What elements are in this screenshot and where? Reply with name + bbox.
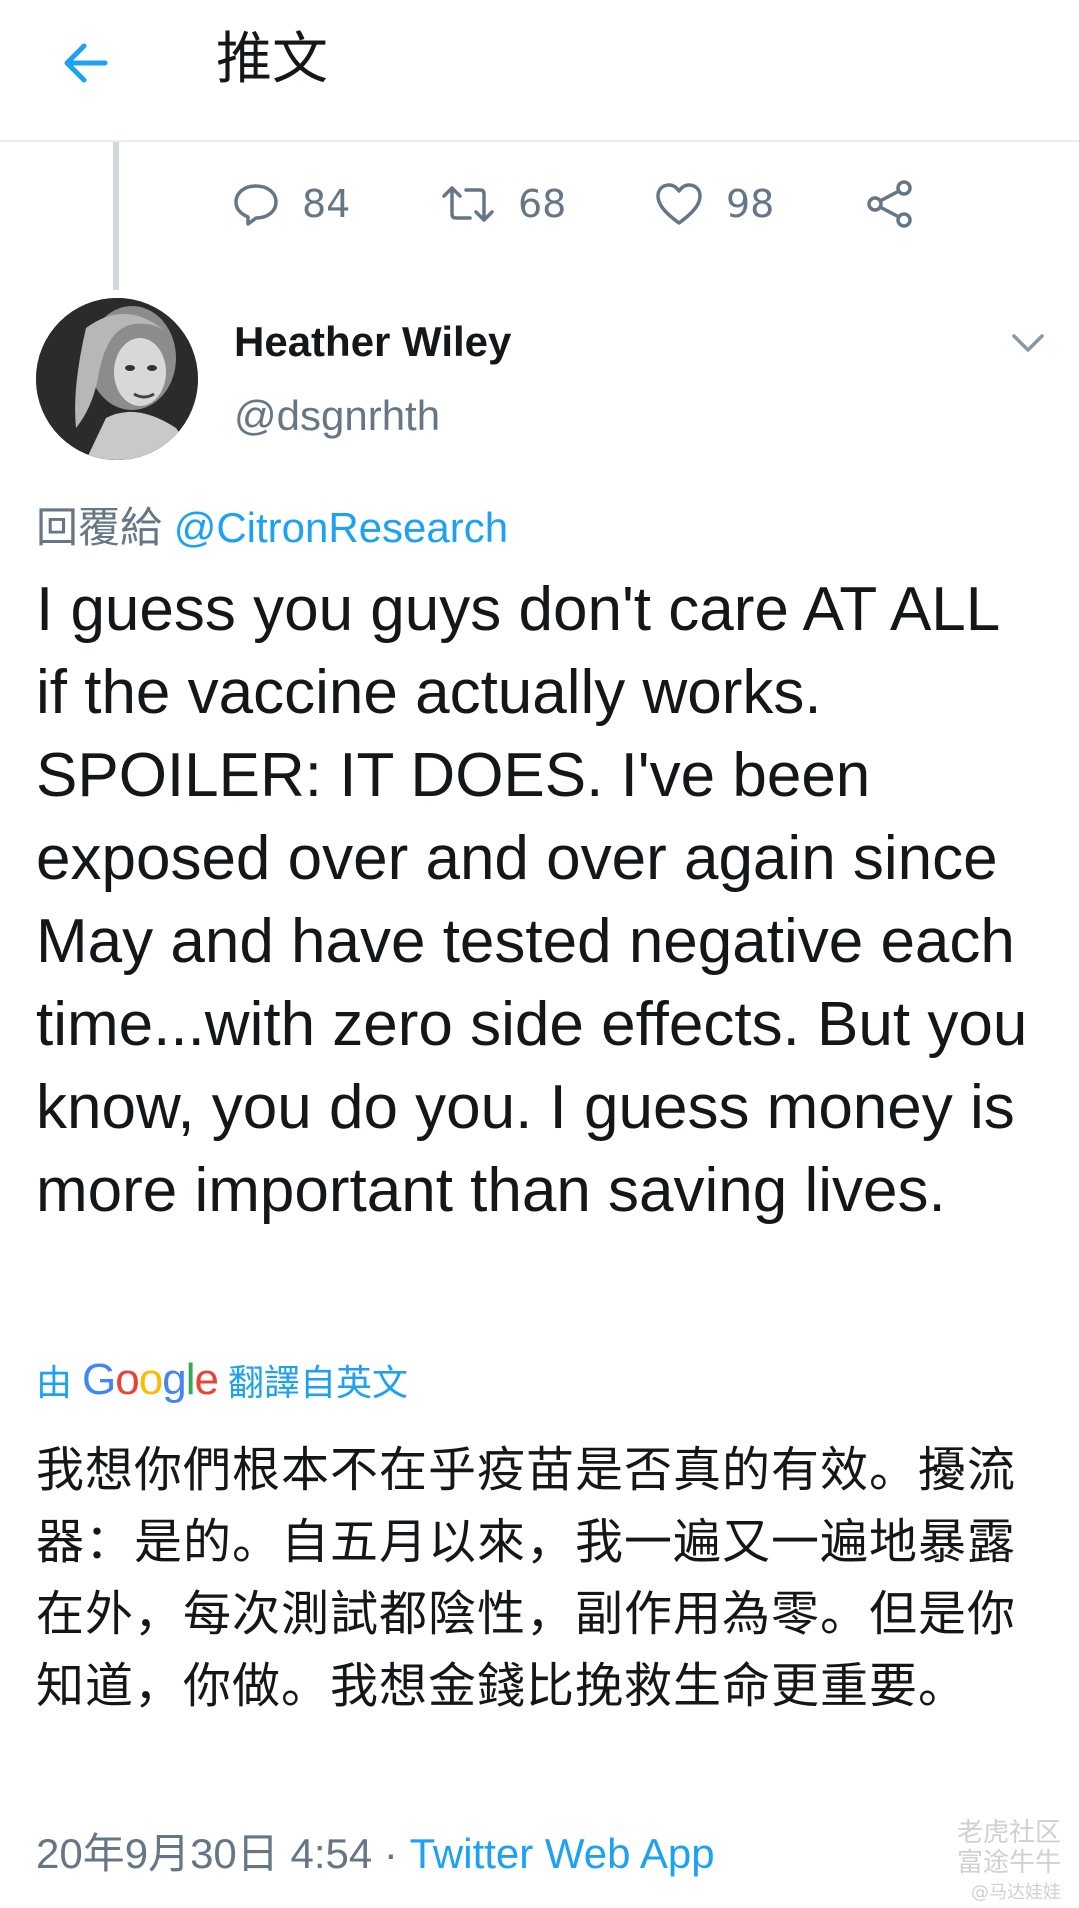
reply-mention-link[interactable]: @CitronResearch xyxy=(174,504,508,551)
share-button[interactable] xyxy=(864,168,916,240)
retweet-count: 68 xyxy=(518,182,567,226)
source-app-link[interactable]: Twitter Web App xyxy=(410,1830,715,1877)
heart-icon xyxy=(656,183,702,225)
tweet-actions: 84 68 98 xyxy=(0,168,1079,240)
translate-suffix: 翻譯自英文 xyxy=(227,1363,408,1404)
translation-attribution[interactable]: 由 Google 翻譯自英文 xyxy=(36,1352,408,1408)
display-name[interactable]: Heather Wiley xyxy=(234,318,511,366)
chevron-down-icon xyxy=(1012,334,1044,352)
tweet-text: I guess you guys don't care AT ALL if th… xyxy=(36,575,1028,1225)
like-count: 98 xyxy=(726,182,775,226)
google-logo: Google xyxy=(82,1355,219,1404)
avatar[interactable] xyxy=(36,298,198,460)
retweet-icon xyxy=(442,186,494,222)
reply-context: 回覆給 @CitronResearch xyxy=(36,494,508,555)
reply-prefix: 回覆給 xyxy=(36,504,163,551)
retweet-button[interactable]: 68 xyxy=(440,168,566,240)
tweet-menu-button[interactable] xyxy=(1004,322,1052,362)
share-icon xyxy=(867,180,912,228)
meta-separator: · xyxy=(383,1830,398,1877)
translated-tweet-text: 我想你們根本不在乎疫苗是否真的有效。擾流器：是的。自五月以來，我一遍又一遍地暴露… xyxy=(36,1442,1017,1714)
comment-icon xyxy=(234,184,278,226)
like-button[interactable]: 98 xyxy=(654,168,774,240)
watermark: 老虎社区 富途牛牛 @马达娃娃 xyxy=(901,1818,1061,1908)
tweet-metadata: 20年9月30日 4:54 · Twitter Web App xyxy=(36,1820,715,1881)
timestamp[interactable]: 20年9月30日 4:54 xyxy=(36,1830,372,1877)
reply-button[interactable]: 84 xyxy=(232,168,350,240)
back-button[interactable] xyxy=(50,28,120,98)
watermark-line1: 老虎社区 xyxy=(956,1818,1061,1848)
translate-prefix: 由 xyxy=(36,1363,73,1404)
user-handle[interactable]: @dsgnrhth xyxy=(234,392,440,440)
avatar-photo xyxy=(36,298,198,460)
watermark-line3: @马达娃娃 xyxy=(971,1882,1061,1903)
arrow-left-icon xyxy=(64,43,108,83)
page-title: 推文 xyxy=(216,27,328,92)
reply-count: 84 xyxy=(302,182,351,226)
watermark-line2: 富途牛牛 xyxy=(956,1848,1061,1878)
top-bar: 推文 xyxy=(0,0,1079,142)
